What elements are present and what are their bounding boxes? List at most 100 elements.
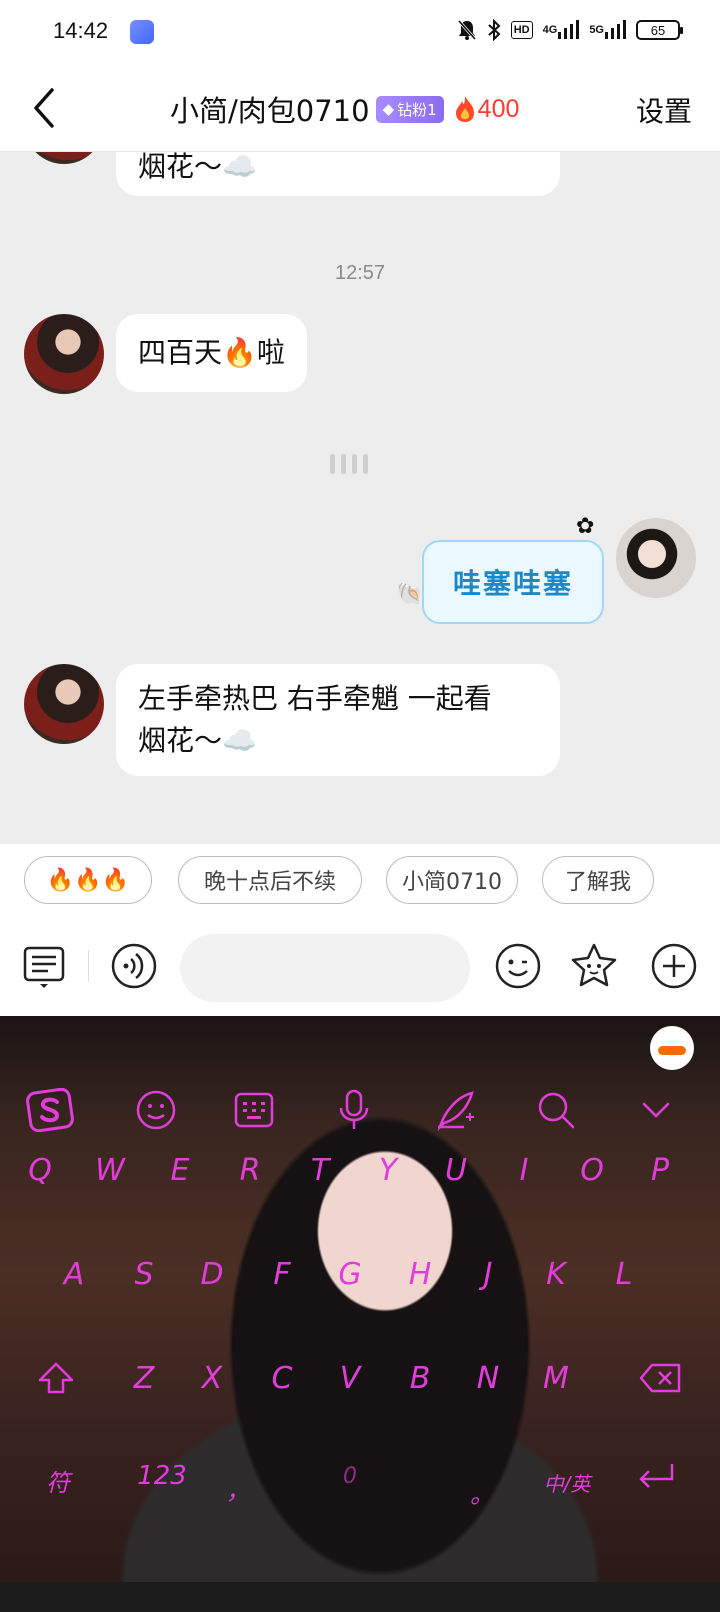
- comma-key[interactable]: ，: [208, 1458, 268, 1518]
- message-bubble[interactable]: 四百天🔥啦: [116, 314, 307, 392]
- backspace-key[interactable]: [630, 1348, 690, 1408]
- quill-icon: [437, 1091, 474, 1131]
- status-icons: HD 4G 5G 65: [457, 18, 683, 42]
- quick-reply-chip[interactable]: 小简0710: [386, 856, 518, 904]
- search-icon: [538, 1092, 575, 1129]
- key-m[interactable]: M: [526, 1348, 586, 1408]
- key-a[interactable]: A: [44, 1244, 104, 1304]
- period-key[interactable]: 。: [452, 1462, 512, 1522]
- key-n[interactable]: N: [458, 1348, 518, 1408]
- key-g[interactable]: G: [320, 1244, 380, 1304]
- input-bar: [0, 924, 720, 1016]
- signal-4g-icon: 4G: [543, 18, 580, 42]
- key-o[interactable]: O: [562, 1140, 622, 1200]
- keyboard-handwrite-button[interactable]: [430, 1084, 482, 1136]
- avatar[interactable]: [24, 152, 104, 164]
- keyboard-mascot-icon[interactable]: [650, 1026, 694, 1070]
- chevron-down-icon: [642, 1102, 670, 1118]
- quick-reply-chip[interactable]: 了解我: [542, 856, 654, 904]
- enter-arrow-icon: [639, 1464, 674, 1488]
- message-input[interactable]: [180, 934, 470, 1002]
- avatar[interactable]: [24, 314, 104, 394]
- key-w[interactable]: W: [80, 1140, 140, 1200]
- key-d[interactable]: D: [182, 1244, 242, 1304]
- keyboard-search-button[interactable]: [530, 1084, 582, 1136]
- key-t[interactable]: T: [290, 1140, 350, 1200]
- key-e[interactable]: E: [150, 1140, 210, 1200]
- fire-icon: [455, 96, 474, 122]
- more-button[interactable]: [650, 942, 698, 990]
- key-j[interactable]: J: [458, 1244, 518, 1304]
- hd-icon: HD: [510, 21, 533, 39]
- mute-bell-icon: [457, 18, 477, 42]
- menu-toggle-button[interactable]: [20, 942, 68, 990]
- space-key[interactable]: 0: [320, 1446, 380, 1506]
- key-f[interactable]: F: [252, 1244, 312, 1304]
- key-y[interactable]: Y: [358, 1140, 418, 1200]
- emoji-icon: [136, 1090, 176, 1130]
- avatar-self[interactable]: [616, 518, 696, 598]
- enter-key[interactable]: [626, 1446, 686, 1506]
- quick-reply-chip[interactable]: 🔥🔥🔥: [24, 856, 152, 904]
- emoji-button[interactable]: [494, 942, 542, 990]
- key-k[interactable]: K: [526, 1244, 586, 1304]
- status-bar: 14:42 HD 4G 5G 65: [0, 0, 720, 66]
- message-bubble[interactable]: 烟花～☁️: [116, 152, 560, 196]
- menu-list-icon: [23, 946, 65, 988]
- chevron-left-icon: [34, 88, 54, 128]
- message-bubble[interactable]: 左手牵热巴 右手牵魈 一起看 烟花～☁️: [116, 664, 560, 776]
- key-h[interactable]: H: [390, 1244, 450, 1304]
- key-z[interactable]: Z: [114, 1348, 174, 1408]
- plus-icon: [651, 943, 697, 989]
- shift-arrow-icon: [38, 1362, 74, 1394]
- streak-counter: 400: [454, 95, 519, 124]
- keyboard-icon: [234, 1092, 274, 1128]
- key-q[interactable]: Q: [10, 1140, 70, 1200]
- key-u[interactable]: U: [426, 1140, 486, 1200]
- settings-button[interactable]: 设置: [636, 90, 692, 130]
- bluetooth-icon: [487, 18, 501, 42]
- title-group[interactable]: 小简/肉包0710 ◆ 钻粉1 400: [170, 88, 519, 130]
- keyboard: Q W E R T Y U I O P A S D F G H J K L Z …: [0, 1016, 720, 1582]
- quick-reply-chip[interactable]: 晚十点后不续: [178, 856, 362, 904]
- message-bubble-self[interactable]: 哇塞哇塞: [422, 540, 604, 624]
- key-b[interactable]: B: [390, 1348, 450, 1408]
- star-decoration: ✿: [576, 514, 595, 539]
- number-key[interactable]: 123: [122, 1446, 202, 1506]
- voice-icon: [111, 943, 157, 989]
- status-time: 14:42: [53, 18, 109, 43]
- emoji-icon: [495, 943, 541, 989]
- sticker-button[interactable]: [570, 942, 618, 990]
- key-i[interactable]: I: [494, 1140, 554, 1200]
- chat-title: 小简/肉包0710: [170, 94, 370, 128]
- key-c[interactable]: C: [252, 1348, 312, 1408]
- signal-5g-icon: 5G: [589, 18, 626, 42]
- keyboard-emoji-button[interactable]: [130, 1084, 182, 1136]
- back-button[interactable]: [26, 84, 66, 132]
- language-switch-key[interactable]: 中/英: [532, 1452, 602, 1512]
- key-r[interactable]: R: [220, 1140, 280, 1200]
- chat-header: 小简/肉包0710 ◆ 钻粉1 400 设置: [0, 66, 720, 152]
- fan-level-badge: ◆ 钻粉1: [375, 95, 444, 123]
- voice-button[interactable]: [110, 942, 158, 990]
- key-p[interactable]: P: [630, 1140, 690, 1200]
- chat-messages[interactable]: 烟花～☁️ 12:57 四百天🔥啦 ✿ 哇塞哇塞 🐚 左手牵热巴 右手牵魈 一起…: [0, 152, 720, 844]
- keyboard-layout-button[interactable]: [228, 1084, 280, 1136]
- keyboard-voice-button[interactable]: [328, 1084, 380, 1136]
- symbol-key[interactable]: 符: [28, 1450, 88, 1510]
- backspace-icon: [639, 1363, 681, 1393]
- shell-decoration: 🐚: [396, 582, 424, 607]
- key-v[interactable]: V: [320, 1348, 380, 1408]
- key-s[interactable]: S: [114, 1244, 174, 1304]
- star-face-icon: [571, 943, 617, 987]
- key-l[interactable]: L: [594, 1244, 654, 1304]
- diamond-icon: ◆: [382, 100, 395, 118]
- keyboard-logo-button[interactable]: [24, 1084, 76, 1136]
- sogou-logo-icon: [26, 1088, 74, 1132]
- key-x[interactable]: X: [182, 1348, 242, 1408]
- divider: [88, 950, 89, 982]
- battery-icon: 65: [636, 20, 683, 40]
- keyboard-collapse-button[interactable]: [630, 1084, 682, 1136]
- avatar[interactable]: [24, 664, 104, 744]
- shift-key[interactable]: [26, 1348, 86, 1408]
